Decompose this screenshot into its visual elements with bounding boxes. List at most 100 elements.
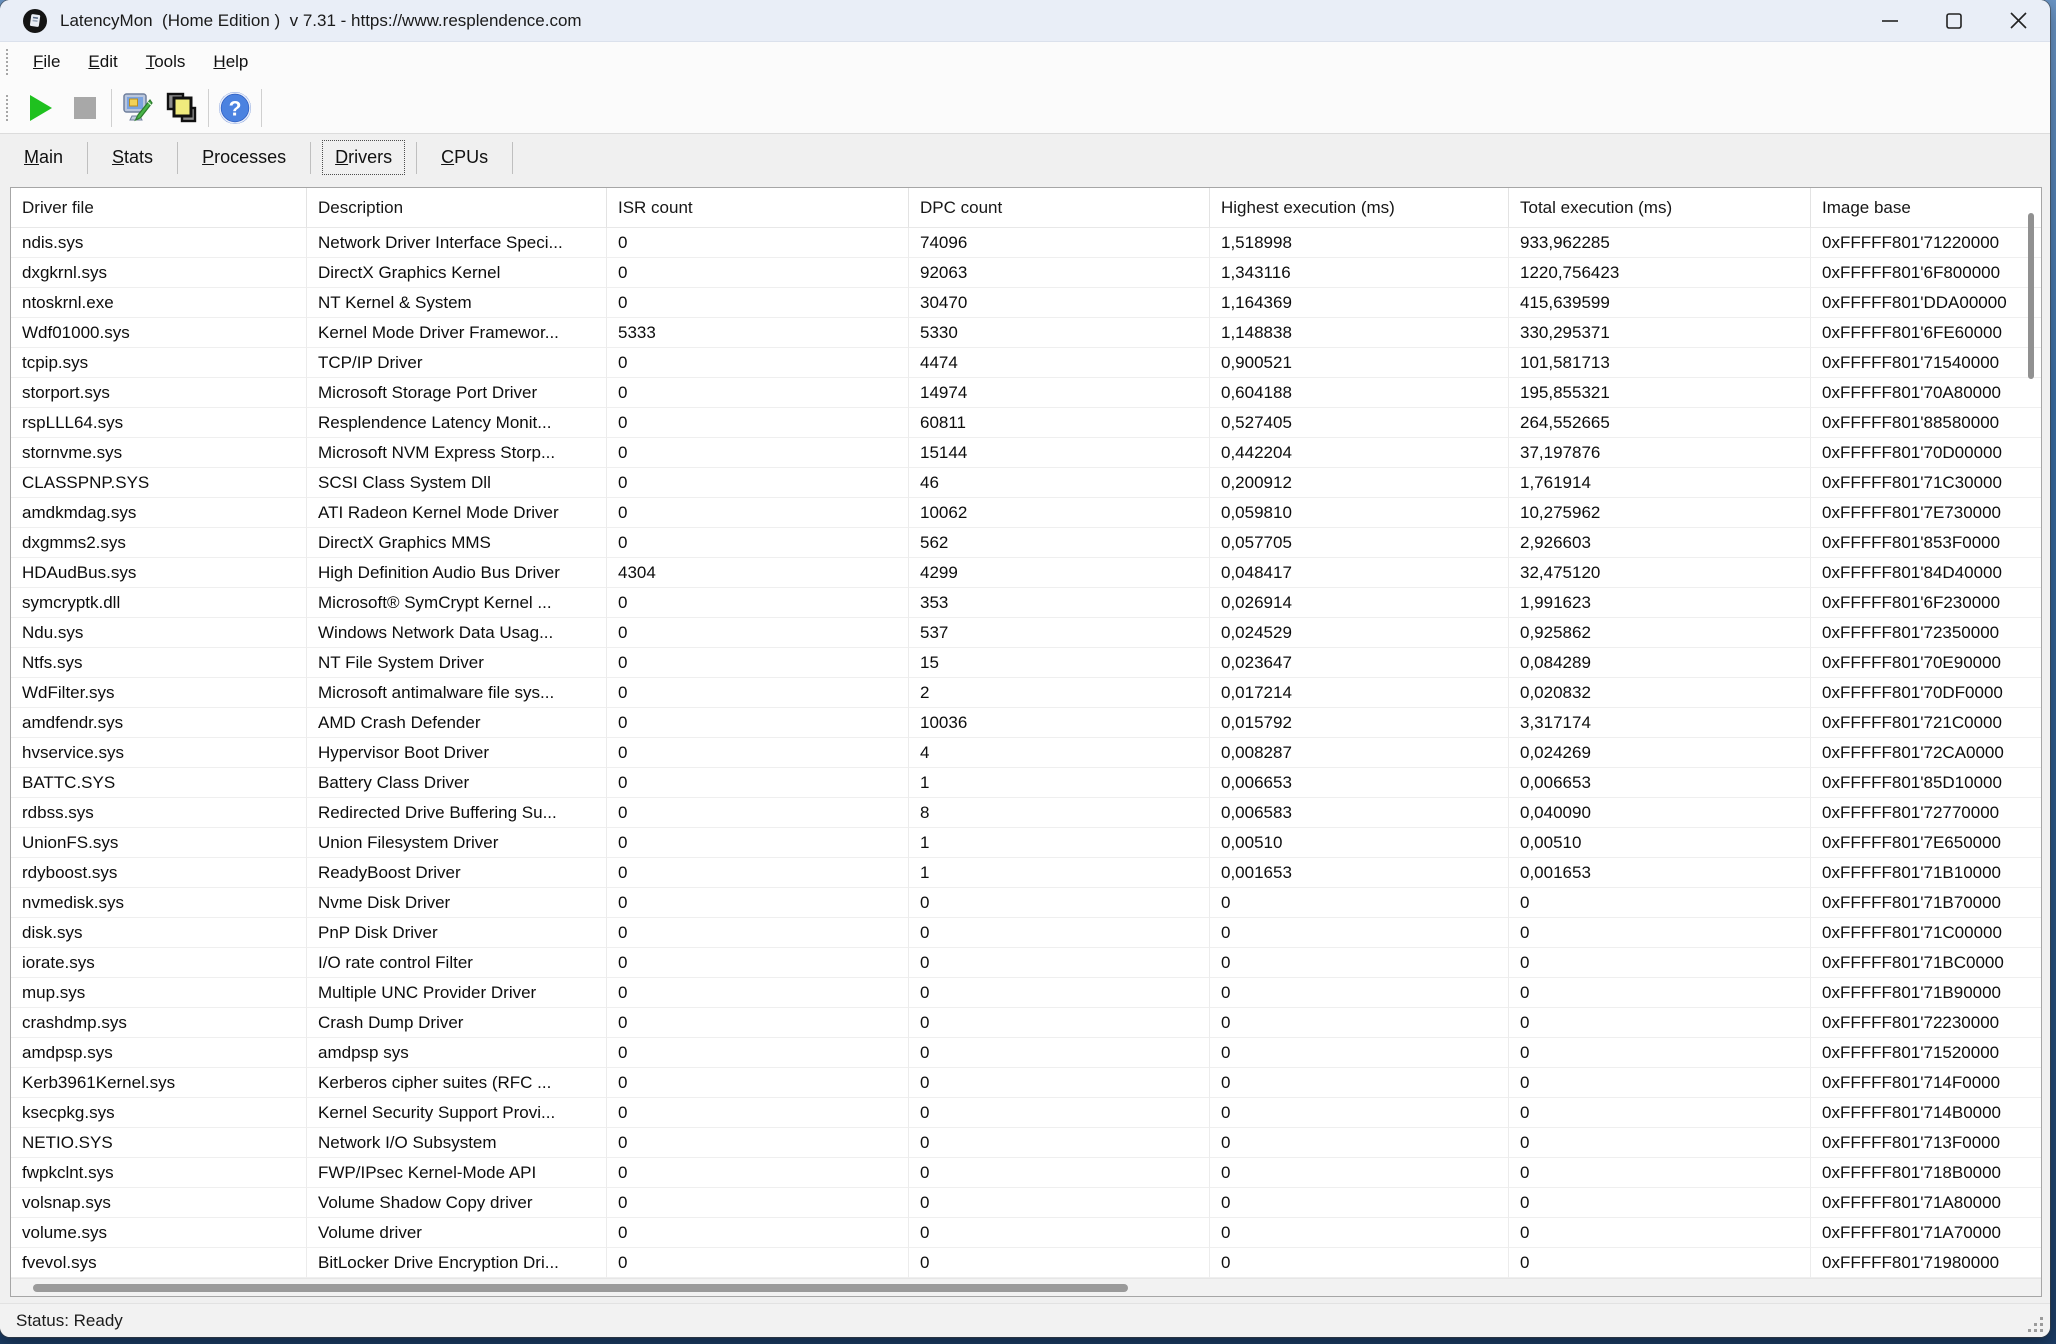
table-cell: WdFilter.sys xyxy=(11,678,307,708)
copy-report-button[interactable] xyxy=(160,88,204,128)
table-row[interactable]: crashdmp.sysCrash Dump Driver00000xFFFFF… xyxy=(11,1008,2041,1038)
table-cell: 0 xyxy=(909,1068,1210,1098)
table-row[interactable]: ndis.sysNetwork Driver Interface Speci..… xyxy=(11,228,2041,258)
table-row[interactable]: Wdf01000.sysKernel Mode Driver Framewor.… xyxy=(11,318,2041,348)
table-cell: 0 xyxy=(607,1218,909,1248)
table-row[interactable]: stornvme.sysMicrosoft NVM Express Storp.… xyxy=(11,438,2041,468)
table-cell: 15144 xyxy=(909,438,1210,468)
table-row[interactable]: amdpsp.sysamdpsp sys00000xFFFFF801'71520… xyxy=(11,1038,2041,1068)
table-row[interactable]: UnionFS.sysUnion Filesystem Driver010,00… xyxy=(11,828,2041,858)
table-cell: 0xFFFFF801'71220000 xyxy=(1811,228,2041,258)
tab-drivers[interactable]: Drivers xyxy=(323,141,404,174)
column-header-description[interactable]: Description xyxy=(307,188,607,228)
table-row[interactable]: nvmedisk.sysNvme Disk Driver00000xFFFFF8… xyxy=(11,888,2041,918)
start-monitoring-button[interactable] xyxy=(19,88,63,128)
tab-processes[interactable]: Processes xyxy=(190,141,298,174)
horizontal-scrollbar-thumb[interactable] xyxy=(33,1284,1128,1292)
stop-monitoring-button[interactable] xyxy=(63,88,107,128)
desktop-background: LatencyMon (Home Edition ) v 7.31 - http… xyxy=(0,0,2056,1344)
minimize-button[interactable] xyxy=(1858,0,1922,41)
table-cell: 0,026914 xyxy=(1210,588,1509,618)
table-row[interactable]: amdfendr.sysAMD Crash Defender0100360,01… xyxy=(11,708,2041,738)
menu-tools[interactable]: Tools xyxy=(132,48,200,76)
table-cell: 0 xyxy=(1210,1158,1509,1188)
table-row[interactable]: rdbss.sysRedirected Drive Buffering Su..… xyxy=(11,798,2041,828)
table-cell: 60811 xyxy=(909,408,1210,438)
table-row[interactable]: storport.sysMicrosoft Storage Port Drive… xyxy=(11,378,2041,408)
edit-report-button[interactable] xyxy=(116,88,160,128)
table-cell: NT Kernel & System xyxy=(307,288,607,318)
table-cell: 195,855321 xyxy=(1509,378,1811,408)
table-cell: amdkmdag.sys xyxy=(11,498,307,528)
menu-edit[interactable]: Edit xyxy=(74,48,131,76)
table-cell: BATTC.SYS xyxy=(11,768,307,798)
table-row[interactable]: rdyboost.sysReadyBoost Driver010,0016530… xyxy=(11,858,2041,888)
table-row[interactable]: volume.sysVolume driver00000xFFFFF801'71… xyxy=(11,1218,2041,1248)
maximize-button[interactable] xyxy=(1922,0,1986,41)
table-row[interactable]: CLASSPNP.SYSSCSI Class System Dll0460,20… xyxy=(11,468,2041,498)
table-cell: 0xFFFFF801'6F800000 xyxy=(1811,258,2041,288)
column-header-highest-execution-ms-[interactable]: Highest execution (ms) xyxy=(1210,188,1509,228)
close-button[interactable] xyxy=(1986,0,2050,41)
table-cell: 0,527405 xyxy=(1210,408,1509,438)
toolbar-separator xyxy=(111,89,112,127)
menubar-gripper[interactable] xyxy=(6,49,9,75)
menu-file[interactable]: File xyxy=(19,48,74,76)
table-row[interactable]: fvevol.sysBitLocker Drive Encryption Dri… xyxy=(11,1248,2041,1278)
table-row[interactable]: HDAudBus.sysHigh Definition Audio Bus Dr… xyxy=(11,558,2041,588)
table-cell: 0 xyxy=(1509,888,1811,918)
table-row[interactable]: Kerb3961Kernel.sysKerberos cipher suites… xyxy=(11,1068,2041,1098)
table-cell: Volume driver xyxy=(307,1218,607,1248)
table-row[interactable]: mup.sysMultiple UNC Provider Driver00000… xyxy=(11,978,2041,1008)
toolbar-gripper[interactable] xyxy=(6,95,9,121)
table-row[interactable]: hvservice.sysHypervisor Boot Driver040,0… xyxy=(11,738,2041,768)
table-row[interactable]: dxgmms2.sysDirectX Graphics MMS05620,057… xyxy=(11,528,2041,558)
table-row[interactable]: BATTC.SYSBattery Class Driver010,0066530… xyxy=(11,768,2041,798)
table-cell: rspLLL64.sys xyxy=(11,408,307,438)
table-row[interactable]: volsnap.sysVolume Shadow Copy driver0000… xyxy=(11,1188,2041,1218)
table-row[interactable]: symcryptk.dllMicrosoft® SymCrypt Kernel … xyxy=(11,588,2041,618)
table-row[interactable]: WdFilter.sysMicrosoft antimalware file s… xyxy=(11,678,2041,708)
table-row[interactable]: iorate.sysI/O rate control Filter00000xF… xyxy=(11,948,2041,978)
horizontal-scrollbar[interactable] xyxy=(11,1278,2041,1296)
table-row[interactable]: dxgkrnl.sysDirectX Graphics Kernel092063… xyxy=(11,258,2041,288)
menu-help[interactable]: Help xyxy=(199,48,262,76)
resize-grip[interactable] xyxy=(2028,1317,2044,1333)
table-cell: 562 xyxy=(909,528,1210,558)
table-cell: 0,900521 xyxy=(1210,348,1509,378)
table-row[interactable]: disk.sysPnP Disk Driver00000xFFFFF801'71… xyxy=(11,918,2041,948)
column-header-dpc-count[interactable]: DPC count xyxy=(909,188,1210,228)
table-cell: 0 xyxy=(1509,1218,1811,1248)
table-cell: 0 xyxy=(607,258,909,288)
table-row[interactable]: Ndu.sysWindows Network Data Usag...05370… xyxy=(11,618,2041,648)
table-cell: 0 xyxy=(1210,1068,1509,1098)
table-row[interactable]: ntoskrnl.exeNT Kernel & System0304701,16… xyxy=(11,288,2041,318)
table-row[interactable]: fwpkclnt.sysFWP/IPsec Kernel-Mode API000… xyxy=(11,1158,2041,1188)
table-row[interactable]: tcpip.sysTCP/IP Driver044740,900521101,5… xyxy=(11,348,2041,378)
table-row[interactable]: NETIO.SYSNetwork I/O Subsystem00000xFFFF… xyxy=(11,1128,2041,1158)
table-cell: 0 xyxy=(909,1128,1210,1158)
table-cell: 0,020832 xyxy=(1509,678,1811,708)
column-header-total-execution-ms-[interactable]: Total execution (ms) xyxy=(1509,188,1811,228)
column-header-driver-file[interactable]: Driver file xyxy=(11,188,307,228)
help-button[interactable]: ? xyxy=(213,88,257,128)
column-header-image-base[interactable]: Image base xyxy=(1811,188,2041,228)
vertical-scrollbar-thumb[interactable] xyxy=(2028,213,2034,379)
table-cell: 264,552665 xyxy=(1509,408,1811,438)
table-cell: 0 xyxy=(1210,1008,1509,1038)
table-cell: 0 xyxy=(607,288,909,318)
tab-cpus[interactable]: CPUs xyxy=(429,141,500,174)
table-cell: 0 xyxy=(607,528,909,558)
table-cell: fwpkclnt.sys xyxy=(11,1158,307,1188)
table-cell: rdbss.sys xyxy=(11,798,307,828)
column-header-isr-count[interactable]: ISR count xyxy=(607,188,909,228)
table-cell: 0 xyxy=(607,1128,909,1158)
table-row[interactable]: ksecpkg.sysKernel Security Support Provi… xyxy=(11,1098,2041,1128)
table-row[interactable]: amdkmdag.sysATI Radeon Kernel Mode Drive… xyxy=(11,498,2041,528)
table-row[interactable]: rspLLL64.sysResplendence Latency Monit..… xyxy=(11,408,2041,438)
tab-stats[interactable]: Stats xyxy=(100,141,165,174)
table-row[interactable]: Ntfs.sysNT File System Driver0150,023647… xyxy=(11,648,2041,678)
table-cell: 0 xyxy=(607,978,909,1008)
tab-main[interactable]: Main xyxy=(12,141,75,174)
table-cell: 0 xyxy=(607,1248,909,1278)
